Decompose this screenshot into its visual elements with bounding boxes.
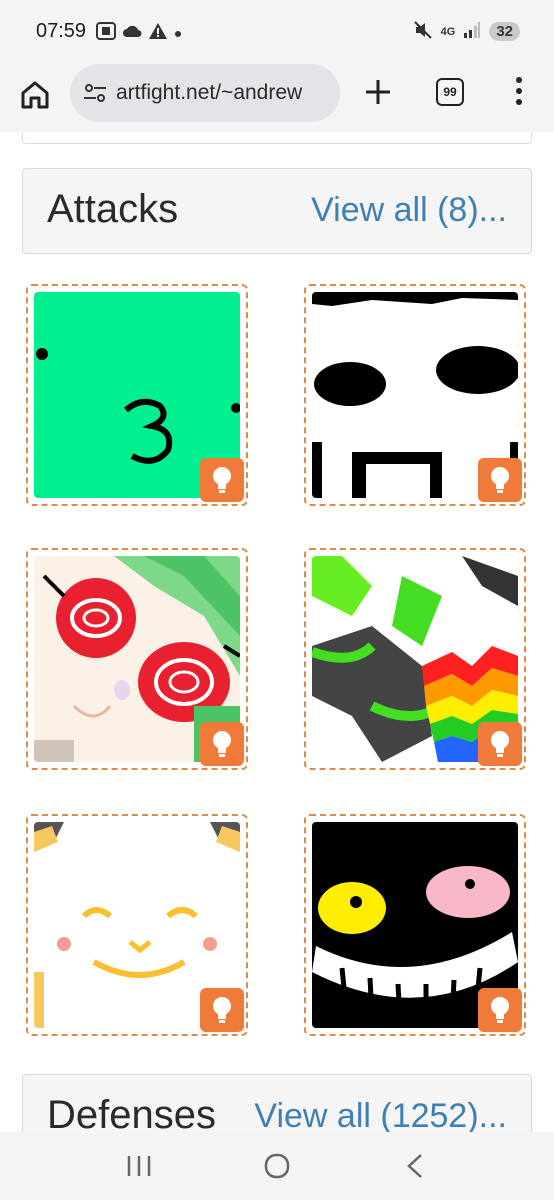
tab-switcher-button[interactable]: 99 <box>436 78 464 106</box>
defenses-view-all-link[interactable]: View all (1252)... <box>254 1097 507 1132</box>
home-nav-button[interactable] <box>257 1146 297 1186</box>
more-menu-button[interactable] <box>508 74 530 108</box>
recent-apps-button[interactable] <box>119 1146 159 1186</box>
lightbulb-icon <box>478 722 522 766</box>
browser-toolbar: artfight.net/~andrew 99 <box>0 62 554 132</box>
page-content: Attacks View all (8)... Defenses View al… <box>0 132 554 1132</box>
defenses-title: Defenses <box>47 1093 216 1132</box>
previous-section-card <box>22 132 532 144</box>
status-time: 07:59 <box>36 20 87 42</box>
screenshot-icon <box>96 22 116 45</box>
attack-thumbnail[interactable] <box>26 548 248 770</box>
dot-icon <box>174 25 182 43</box>
home-button[interactable] <box>18 78 52 112</box>
site-settings-icon[interactable] <box>82 80 108 106</box>
lightbulb-icon <box>200 722 244 766</box>
signal-icon <box>463 21 481 42</box>
lightbulb-icon <box>478 458 522 502</box>
status-bar: 07:59 4G 32 <box>0 0 554 62</box>
warning-icon <box>148 22 168 45</box>
network-type: 4G <box>440 25 456 38</box>
home-icon <box>21 81 49 109</box>
url-text: artfight.net/~andrew <box>116 81 303 104</box>
attacks-view-all-link[interactable]: View all (8)... <box>311 191 507 230</box>
back-button[interactable] <box>395 1146 435 1186</box>
cloud-icon <box>122 24 142 43</box>
address-bar[interactable]: artfight.net/~andrew <box>70 64 340 122</box>
attacks-title: Attacks <box>47 187 179 231</box>
attack-thumbnail[interactable] <box>26 814 248 1036</box>
recent-apps-icon <box>127 1156 151 1176</box>
system-navigation-bar <box>0 1132 554 1200</box>
status-system-icons: 4G 32 <box>413 20 520 43</box>
more-vert-icon <box>516 76 522 83</box>
back-chevron-icon <box>407 1154 422 1178</box>
battery-indicator: 32 <box>489 22 520 41</box>
attack-thumbnail[interactable] <box>26 284 248 506</box>
home-circle-icon <box>264 1153 290 1179</box>
defenses-header: Defenses View all (1252)... <box>22 1074 532 1132</box>
attack-thumbnail[interactable] <box>304 814 526 1036</box>
status-notification-icons <box>96 22 182 45</box>
attack-thumbnail[interactable] <box>304 284 526 506</box>
plus-icon <box>366 80 390 104</box>
new-tab-button[interactable] <box>362 76 394 108</box>
lightbulb-icon <box>200 458 244 502</box>
lightbulb-icon <box>478 988 522 1032</box>
mute-icon <box>413 20 433 43</box>
attack-thumbnail[interactable] <box>304 548 526 770</box>
attacks-header: Attacks View all (8)... <box>22 168 532 254</box>
lightbulb-icon <box>200 988 244 1032</box>
